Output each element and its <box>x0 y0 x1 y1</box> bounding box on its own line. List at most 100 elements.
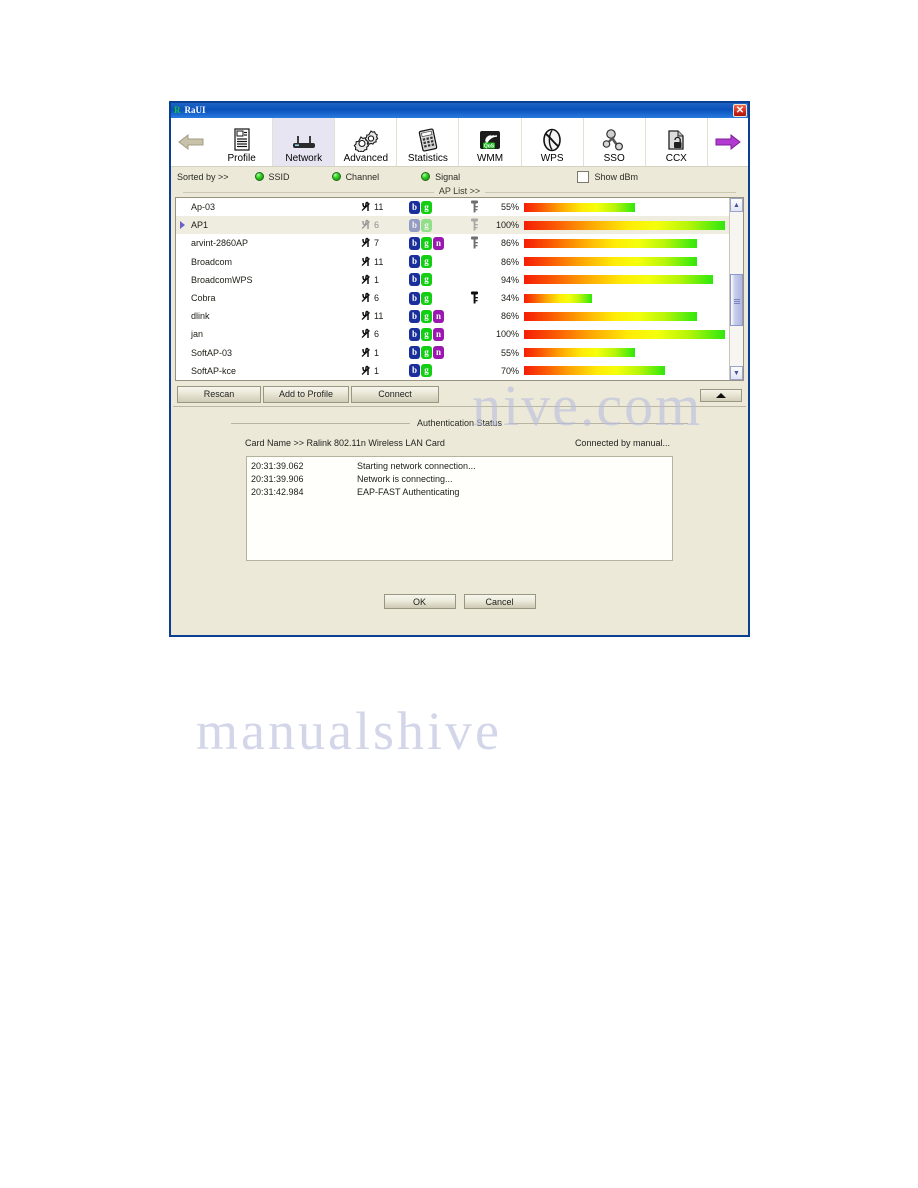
tab-statistics-label: Statistics <box>407 153 448 164</box>
collapse-panel-button[interactable] <box>700 389 742 402</box>
ap-list-row[interactable]: SoftAP-kce 1 b g 70% <box>176 362 729 380</box>
green-led-icon <box>331 172 341 181</box>
sort-option-channel[interactable]: Channel <box>331 172 379 182</box>
triangle-up-icon <box>716 393 726 398</box>
raui-window: R RaUI ✕ Profile Network Advanced Statis… <box>169 101 750 637</box>
ap-list-scrollbar[interactable]: ▲ ▼ <box>729 198 743 380</box>
scrollbar-thumb[interactable] <box>730 274 743 326</box>
ok-button[interactable]: OK <box>383 594 456 609</box>
scroll-down-icon[interactable]: ▼ <box>730 366 743 380</box>
ap-list-row[interactable]: dlink 11 b g n 86% <box>176 307 729 325</box>
cancel-button[interactable]: Cancel <box>463 594 536 609</box>
ap-channel-number: 11 <box>374 311 384 322</box>
scroll-up-icon[interactable]: ▲ <box>730 198 743 212</box>
band-badge-b-icon: b <box>409 291 420 305</box>
ap-ssid-label: jan <box>191 329 204 340</box>
band-badge-b-icon: b <box>409 236 420 250</box>
band-badge-g-icon: g <box>421 346 432 360</box>
auth-log-time: 20:31:39.906 <box>251 474 304 484</box>
ralink-logo-icon: R <box>174 105 181 115</box>
authentication-status-caption: Authentication Status <box>231 417 688 429</box>
ap-ssid-label: Ap-03 <box>191 202 216 213</box>
ap-list-panel: Ap-03 11 b g 55% AP1 6 b g 100% arvint-2860AP 7 b g n 8… <box>175 197 744 381</box>
rescan-button[interactable]: Rescan <box>177 385 261 403</box>
gears-icon <box>353 126 379 152</box>
close-icon[interactable]: ✕ <box>733 104 747 117</box>
ap-ssid-label: SoftAP-03 <box>191 347 233 358</box>
band-badge-b-icon: b <box>409 273 420 287</box>
ap-list-row[interactable]: BroadcomWPS 1 b g 94% <box>176 271 729 289</box>
show-dbm-checkbox[interactable]: Show dBm <box>577 170 638 183</box>
connect-button[interactable]: Connect <box>351 385 439 403</box>
ap-signal-percent: 94% <box>500 274 519 285</box>
ap-channel-number: 11 <box>374 202 384 213</box>
ap-list-row[interactable]: AP1 6 b g 100% <box>176 216 729 235</box>
ap-signal-bar <box>524 329 729 339</box>
signal-bar-fill <box>524 293 593 303</box>
ap-signal-percent: 34% <box>500 293 519 304</box>
ap-channel-number: 7 <box>374 238 380 249</box>
ap-band-badges: bg <box>409 291 463 305</box>
ap-channel-cell: 6 <box>361 328 409 340</box>
antenna-icon <box>361 328 372 340</box>
show-dbm-label: Show dBm <box>594 171 638 182</box>
ap-band-badges: bg <box>409 273 463 287</box>
ap-security-cell <box>463 236 485 251</box>
ap-channel-number: 1 <box>374 365 380 376</box>
antenna-icon <box>361 201 372 213</box>
band-badge-g-icon: g <box>421 236 432 250</box>
authentication-status-caption-text: Authentication Status <box>409 418 510 428</box>
ap-list-row[interactable]: Cobra 6 b g 34% <box>176 289 729 307</box>
auth-log-message: Starting network connection... <box>357 461 476 471</box>
ap-ssid-label: SoftAP-kce <box>191 365 237 376</box>
signal-bar-fill <box>524 366 665 376</box>
band-badge-g-icon: g <box>421 200 432 214</box>
signal-bar-fill <box>524 202 635 212</box>
ap-band-badges: bgn <box>409 346 463 360</box>
authentication-log[interactable]: 20:31:39.062 Starting network connection.… <box>246 456 673 561</box>
ap-band-badges: bgn <box>409 327 463 341</box>
band-badge-g-icon: g <box>421 364 432 378</box>
calculator-icon <box>416 126 440 152</box>
ap-security-cell <box>463 218 485 233</box>
ap-channel-number: 1 <box>374 347 380 358</box>
card-name-label: Card Name >> Ralink 802.11n Wireless LAN… <box>245 438 445 448</box>
ap-channel-number: 6 <box>374 220 380 231</box>
ap-band-badges: bg <box>409 364 463 378</box>
sort-option-signal[interactable]: Signal <box>421 172 460 182</box>
ap-list[interactable]: Ap-03 11 b g 55% AP1 6 b g 100% arvint-2860AP 7 b g n 8… <box>176 198 729 380</box>
tab-wmm[interactable]: QoS WMM <box>459 118 522 166</box>
scrollbar-grip-icon <box>733 298 740 304</box>
key-icon <box>470 291 479 306</box>
band-badge-b-icon: b <box>409 364 420 378</box>
tab-sso[interactable]: SSO <box>584 118 646 166</box>
ap-channel-cell: 7 <box>361 237 409 249</box>
key-icon <box>470 200 479 215</box>
ap-signal-bar <box>524 348 729 358</box>
key-icon <box>470 236 479 251</box>
tab-ccx[interactable]: CCX <box>646 118 708 166</box>
scrollbar-trough[interactable] <box>730 212 743 366</box>
tab-advanced[interactable]: Advanced <box>335 118 398 166</box>
ap-list-row[interactable]: Broadcom 11 b g 86% <box>176 253 729 271</box>
ap-channel-cell: 1 <box>361 365 409 377</box>
tab-network[interactable]: Network <box>273 118 336 166</box>
tab-profile[interactable]: Profile <box>211 118 274 166</box>
signal-bar-fill <box>524 220 725 230</box>
add-to-profile-button[interactable]: Add to Profile <box>263 385 349 403</box>
arrow-right-icon[interactable] <box>708 118 748 166</box>
auth-log-time: 20:31:42.984 <box>251 487 304 497</box>
ap-list-row[interactable]: arvint-2860AP 7 b g n 86% <box>176 234 729 252</box>
tab-statistics[interactable]: Statistics <box>397 118 460 166</box>
ap-signal-percent: 86% <box>500 256 519 267</box>
band-badge-b-icon: b <box>409 309 420 323</box>
signal-bar-fill <box>524 257 697 267</box>
tab-wps[interactable]: WPS <box>522 118 584 166</box>
arrow-left-icon[interactable] <box>171 118 211 166</box>
ap-band-badges: bgn <box>409 309 463 323</box>
ap-list-row[interactable]: jan 6 b g n 100% <box>176 325 729 343</box>
ap-list-row[interactable]: Ap-03 11 b g 55% <box>176 198 729 216</box>
ap-list-row[interactable]: SoftAP-03 1 b g n 55% <box>176 344 729 362</box>
sort-option-ssid[interactable]: SSID <box>254 172 290 182</box>
ap-signal-percent: 86% <box>500 311 519 322</box>
